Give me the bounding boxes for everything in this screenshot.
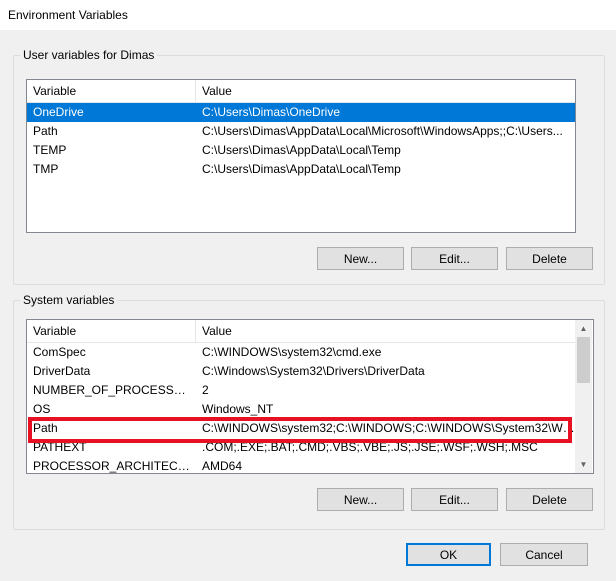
title-bar[interactable]: Environment Variables — [0, 0, 616, 30]
system-list-variable-cell: OS — [33, 402, 51, 416]
system-list-row[interactable]: OS Windows_NT — [27, 400, 575, 419]
user-variables-group: User variables for Dimas Variable Value … — [13, 48, 605, 285]
system-list-row[interactable]: PATHEXT .COM;.EXE;.BAT;.CMD;.VBS;.VBE;.JS… — [27, 438, 575, 457]
system-list-value-cell: 2 — [202, 383, 209, 397]
user-list-row[interactable]: TMP C:\Users\Dimas\AppData\Local\Temp — [27, 160, 575, 179]
system-variables-group-label: System variables — [20, 293, 118, 308]
system-list-value-cell: C:\Windows\System32\Drivers\DriverData — [202, 364, 425, 378]
system-delete-button[interactable]: Delete — [506, 488, 593, 511]
system-list-row[interactable]: DriverData C:\Windows\System32\Drivers\Dr… — [27, 362, 575, 381]
system-list-value-cell: C:\WINDOWS\system32\cmd.exe — [202, 345, 382, 359]
system-list-scrollbar[interactable]: ▲ ▼ — [575, 320, 592, 473]
system-list-value-cell: C:\WINDOWS\system32;C:\WINDOWS;C:\WINDOW… — [202, 421, 575, 435]
system-list-variable-cell: NUMBER_OF_PROCESSORS — [33, 383, 195, 397]
user-variables-group-label: User variables for Dimas — [20, 48, 158, 63]
user-list-value-cell: C:\Users\Dimas\OneDrive — [202, 105, 341, 119]
system-list-variable-cell: ComSpec — [33, 345, 86, 359]
user-edit-button[interactable]: Edit... — [411, 247, 498, 270]
system-variables-group: System variables Variable Value ComSpec C… — [13, 293, 605, 530]
system-list-variable-cell: PROCESSOR_ARCHITECTURE — [33, 459, 195, 473]
system-list-variable-cell: DriverData — [33, 364, 91, 378]
system-list-value-cell: .COM;.EXE;.BAT;.CMD;.VBS;.VBE;.JS;.JSE;.… — [202, 440, 538, 454]
user-list-variable-cell: TMP — [33, 162, 59, 176]
user-list-header: Variable Value — [27, 80, 575, 103]
user-list-value-cell: C:\Users\Dimas\AppData\Local\Temp — [202, 143, 401, 157]
user-list-row[interactable]: Path C:\Users\Dimas\AppData\Local\Microso… — [27, 122, 575, 141]
user-delete-button[interactable]: Delete — [506, 247, 593, 270]
system-variables-list[interactable]: Variable Value ComSpec C:\WINDOWS\system3… — [26, 319, 594, 474]
ok-button[interactable]: OK — [406, 543, 491, 566]
system-list-row[interactable]: NUMBER_OF_PROCESSORS 2 — [27, 381, 575, 400]
system-new-button[interactable]: New... — [317, 488, 404, 511]
system-list-row[interactable]: PROCESSOR_ARCHITECTURE AMD64 — [27, 457, 575, 473]
user-list-variable-cell: TEMP — [33, 143, 67, 157]
user-list-value-cell: C:\Users\Dimas\AppData\Local\Temp — [202, 162, 401, 176]
user-variables-list[interactable]: Variable Value OneDrive C:\Users\Dimas\On… — [26, 79, 576, 233]
window-title: Environment Variables — [8, 8, 128, 22]
user-column-variable[interactable]: Variable — [27, 80, 195, 102]
system-list-variable-cell: Path — [33, 421, 58, 435]
user-list-row[interactable]: OneDrive C:\Users\Dimas\OneDrive — [27, 103, 575, 122]
system-list-variable-cell: PATHEXT — [33, 440, 87, 454]
user-list-row[interactable]: TEMP C:\Users\Dimas\AppData\Local\Temp — [27, 141, 575, 160]
system-edit-button[interactable]: Edit... — [411, 488, 498, 511]
user-list-value-cell: C:\Users\Dimas\AppData\Local\Microsoft\W… — [202, 124, 563, 138]
scroll-down-arrow-icon[interactable]: ▼ — [575, 456, 592, 473]
system-column-value[interactable]: Value — [196, 320, 574, 342]
user-list-variable-cell: Path — [33, 124, 58, 138]
user-column-value[interactable]: Value — [196, 80, 574, 102]
user-new-button[interactable]: New... — [317, 247, 404, 270]
system-list-value-cell: AMD64 — [202, 459, 243, 473]
system-column-variable[interactable]: Variable — [27, 320, 195, 342]
system-list-header: Variable Value — [27, 320, 593, 343]
system-list-row[interactable]: ComSpec C:\WINDOWS\system32\cmd.exe — [27, 343, 575, 362]
dialog-client-area: User variables for Dimas Variable Value … — [0, 30, 616, 581]
system-list-value-cell: Windows_NT — [202, 402, 274, 416]
system-list-row[interactable]: Path C:\WINDOWS\system32;C:\WINDOWS;C:\WI… — [27, 419, 575, 438]
scroll-up-arrow-icon[interactable]: ▲ — [575, 320, 592, 337]
scrollbar-thumb[interactable] — [577, 337, 590, 383]
cancel-button[interactable]: Cancel — [500, 543, 588, 566]
user-list-variable-cell: OneDrive — [33, 105, 84, 119]
